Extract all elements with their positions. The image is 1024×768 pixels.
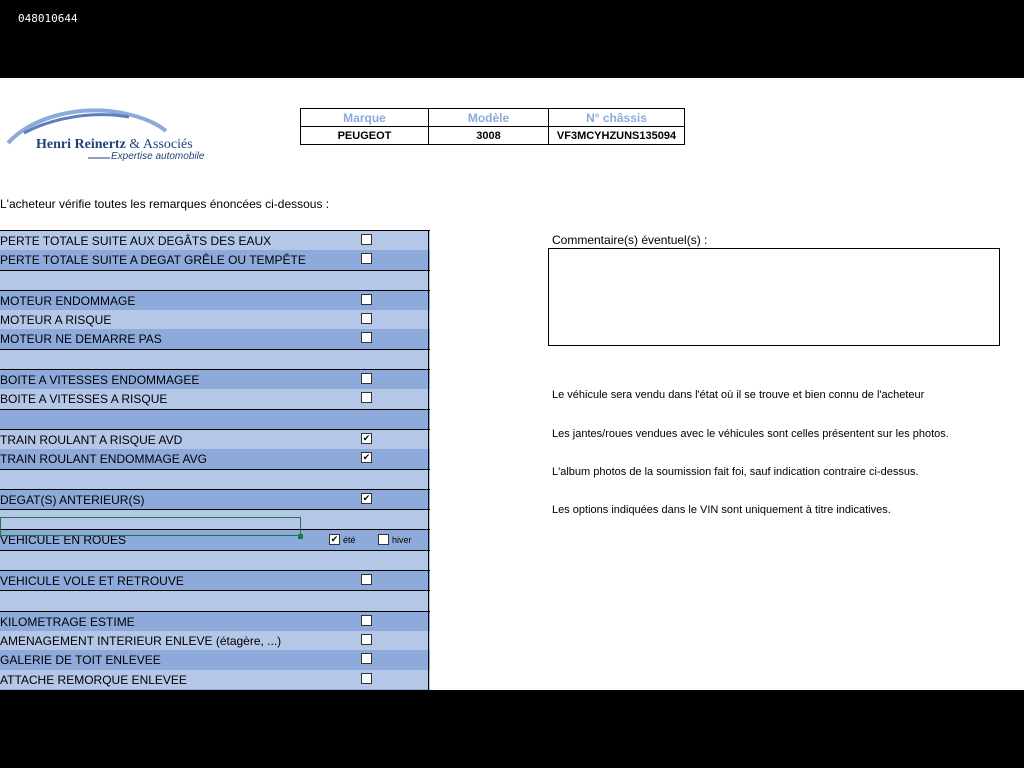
checklist-label: KILOMETRAGE ESTIME (0, 614, 135, 629)
top-black-band: 048010644 (0, 0, 1024, 78)
brand-header: Marque (300, 108, 429, 127)
checklist-label: BOITE A VITESSES A RISQUE (0, 392, 168, 407)
checkbox[interactable] (361, 313, 372, 325)
checkbox[interactable] (361, 293, 372, 305)
chassis-value: VF3MCYHZUNS135094 (548, 126, 685, 145)
spacer-row (0, 468, 430, 489)
checklist-row: VEHICULE VOLE ET RETROUVE (0, 570, 430, 591)
checklist-row: TRAIN ROULANT ENDOMMAGE AVG ✔ (0, 449, 430, 469)
checkbox[interactable] (361, 332, 372, 344)
checklist-row: AMENAGEMENT INTERIEUR ENLEVE (étagère, .… (0, 630, 430, 651)
checklist-label: DEGAT(S) ANTERIEUR(S) (0, 492, 145, 507)
checklist-label: ATTACHE REMORQUE ENLEVEE (0, 672, 187, 687)
document-id: 048010644 (18, 12, 78, 25)
logo-tagline: Expertise automobile (111, 151, 205, 162)
comments-label: Commentaire(s) éventuel(s) : (552, 233, 708, 247)
chassis-header: N° châssis (548, 108, 685, 127)
checklist-row: BOITE A VITESSES A RISQUE (0, 389, 430, 409)
model-header: Modèle (428, 108, 549, 127)
brand-value: PEUGEOT (300, 126, 429, 145)
checklist: PERTE TOTALE SUITE AUX DEGÂTS DES EAUX PE… (0, 230, 430, 690)
spacer-row (0, 549, 430, 571)
checkbox[interactable] (361, 373, 372, 385)
spacer-row (0, 590, 430, 611)
table-right-border (428, 230, 429, 690)
option-label: été (343, 535, 356, 546)
checklist-label: AMENAGEMENT INTERIEUR ENLEVE (étagère, .… (0, 633, 282, 648)
checklist-label: GALERIE DE TOIT ENLEVEE (0, 653, 161, 668)
checklist-label: PERTE TOTALE SUITE AUX DEGÂTS DES EAUX (0, 234, 272, 248)
checklist-label: TRAIN ROULANT A RISQUE AVD (0, 432, 183, 447)
vehicle-info-table: Marque Modèle N° châssis PEUGEOT 3008 VF… (300, 108, 685, 145)
checklist-label: BOITE A VITESSES ENDOMMAGEE (0, 373, 200, 388)
checklist-row: MOTEUR A RISQUE (0, 310, 430, 330)
checkbox[interactable] (361, 253, 372, 265)
checklist-row: TRAIN ROULANT A RISQUE AVD ✔ (0, 428, 430, 450)
bottom-black-band (0, 690, 1024, 768)
checklist-row: PERTE TOTALE SUITE A DEGAT GRÊLE OU TEMP… (0, 250, 430, 270)
checkbox[interactable] (361, 392, 372, 404)
checkbox[interactable]: ✔ (361, 492, 372, 504)
checklist-row: MOTEUR ENDOMMAGE (0, 289, 430, 311)
checkbox-summer[interactable]: ✔ (329, 534, 340, 546)
note-1: Le véhicule sera vendu dans l'état où il… (552, 389, 925, 401)
checkbox[interactable] (361, 614, 372, 626)
spacer-row (0, 348, 430, 370)
checklist-row: DEGAT(S) ANTERIEUR(S) ✔ (0, 488, 430, 510)
intro-text: L'acheteur vérifie toutes les remarques … (0, 197, 330, 211)
document-sheet: Henri Reinertz & Associés Expertise auto… (0, 78, 1024, 690)
note-4: Les options indiquées dans le VIN sont u… (552, 504, 891, 516)
note-3: L'album photos de la soumission fait foi… (552, 466, 919, 478)
spacer-row (0, 408, 430, 429)
checkbox[interactable] (361, 574, 372, 586)
checkbox[interactable] (361, 633, 372, 645)
model-value: 3008 (428, 126, 549, 145)
comments-field[interactable] (548, 248, 1000, 346)
checkbox[interactable] (361, 653, 372, 665)
checklist-label: TRAIN ROULANT ENDOMMAGE AVG (0, 452, 207, 467)
checkbox[interactable]: ✔ (361, 432, 372, 444)
checklist-row: MOTEUR NE DEMARRE PAS (0, 329, 430, 349)
checkbox[interactable] (361, 672, 372, 684)
note-2: Les jantes/roues vendues avec le véhicul… (552, 428, 949, 440)
checklist-row: GALERIE DE TOIT ENLEVEE (0, 650, 430, 670)
checkbox[interactable] (361, 234, 372, 245)
checklist-row: PERTE TOTALE SUITE AUX DEGÂTS DES EAUX (0, 230, 430, 251)
checklist-label: MOTEUR A RISQUE (0, 313, 112, 328)
checkbox[interactable]: ✔ (361, 452, 372, 464)
checklist-label: MOTEUR ENDOMMAGE (0, 293, 136, 308)
option-label: hiver (392, 535, 412, 546)
checklist-row: KILOMETRAGE ESTIME (0, 610, 430, 631)
checklist-label: PERTE TOTALE SUITE A DEGAT GRÊLE OU TEMP… (0, 253, 306, 268)
checklist-row: ATTACHE REMORQUE ENLEVEE (0, 669, 430, 689)
spacer-row (0, 269, 430, 290)
cell-selection (0, 517, 301, 536)
checkbox-winter[interactable] (378, 534, 389, 546)
checklist-row: BOITE A VITESSES ENDOMMAGEE (0, 369, 430, 390)
fill-handle[interactable] (298, 534, 303, 539)
checklist-label: VEHICULE VOLE ET RETROUVE (0, 574, 184, 589)
company-logo: Henri Reinertz & Associés Expertise auto… (4, 105, 209, 165)
checklist-label: MOTEUR NE DEMARRE PAS (0, 332, 162, 347)
